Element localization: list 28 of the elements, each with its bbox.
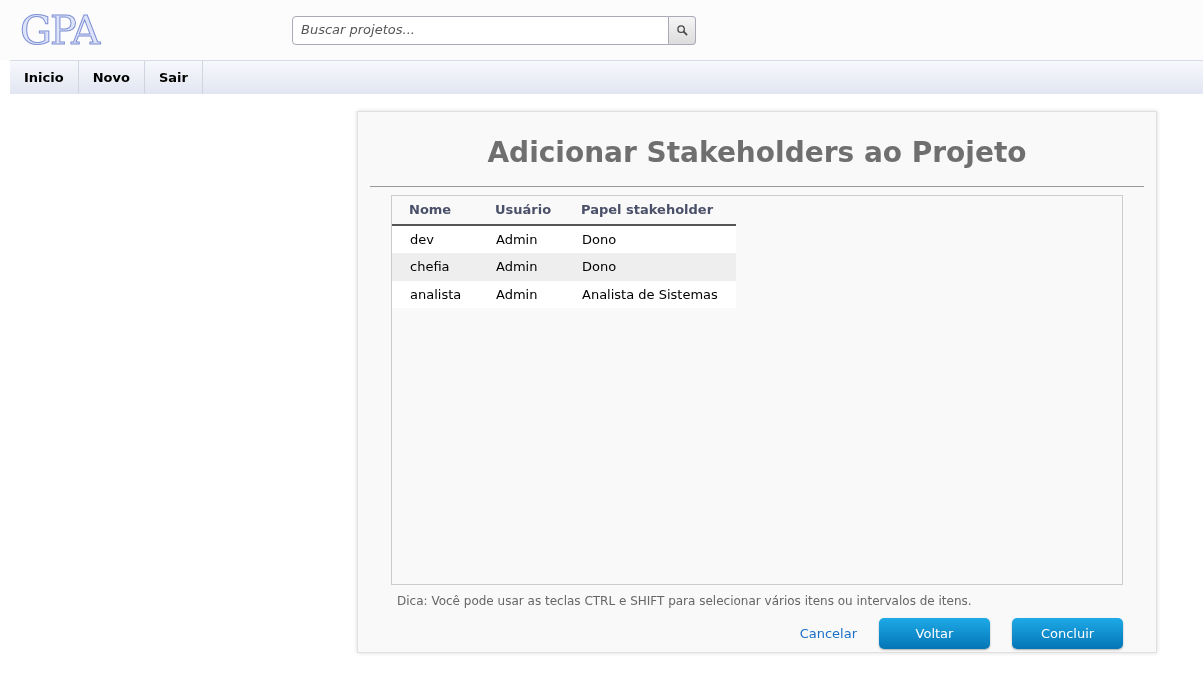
nav-link[interactable]: Novo xyxy=(78,61,145,94)
dialog-title: Adicionar Stakeholders ao Projeto xyxy=(486,135,1028,171)
column-header: Papel stakeholder xyxy=(580,201,715,219)
nav-link[interactable]: Inicio xyxy=(10,61,79,94)
table-cell-text: Dono xyxy=(581,258,618,276)
table-row[interactable]: dev Admin Dono xyxy=(392,225,736,253)
nav-link[interactable]: Sair xyxy=(144,61,203,94)
table-cell-text: Dono xyxy=(581,230,618,249)
dialog-button[interactable]: Voltar xyxy=(879,618,990,649)
dialog-button[interactable]: Concluir xyxy=(1012,618,1123,649)
table-cell-text: analista xyxy=(409,285,463,304)
table-cell-text: Admin xyxy=(495,258,539,276)
cancel-link[interactable]: Cancelar xyxy=(799,623,857,644)
table-cell-text: chefia xyxy=(409,258,451,276)
search-button[interactable] xyxy=(669,15,696,45)
table-cell-text: dev xyxy=(409,230,435,249)
table-cell-text: Admin xyxy=(495,230,539,249)
table-cell-text: Admin xyxy=(495,285,539,304)
table-cell-text: Analista de Sistemas xyxy=(581,285,719,304)
stakeholder-list[interactable]: Nome Usuário Papel stakeholder dev Admin Dono chefia Admin Dono analista Admin Analista de Sistemas xyxy=(391,195,1123,585)
search-icon xyxy=(676,24,688,36)
column-header: Usuário xyxy=(494,201,553,219)
search-field[interactable]: Buscar projetos... xyxy=(292,15,669,45)
column-header: Nome xyxy=(408,201,453,219)
logo: GPA xyxy=(20,10,101,50)
table-row[interactable]: analista Admin Analista de Sistemas xyxy=(392,280,736,308)
hint-text: Dica: Você pode usar as teclas CTRL e SHIFT para selecionar vários itens ou intervalos de itens. xyxy=(397,593,973,610)
table-row[interactable]: chefia Admin Dono xyxy=(392,253,736,281)
